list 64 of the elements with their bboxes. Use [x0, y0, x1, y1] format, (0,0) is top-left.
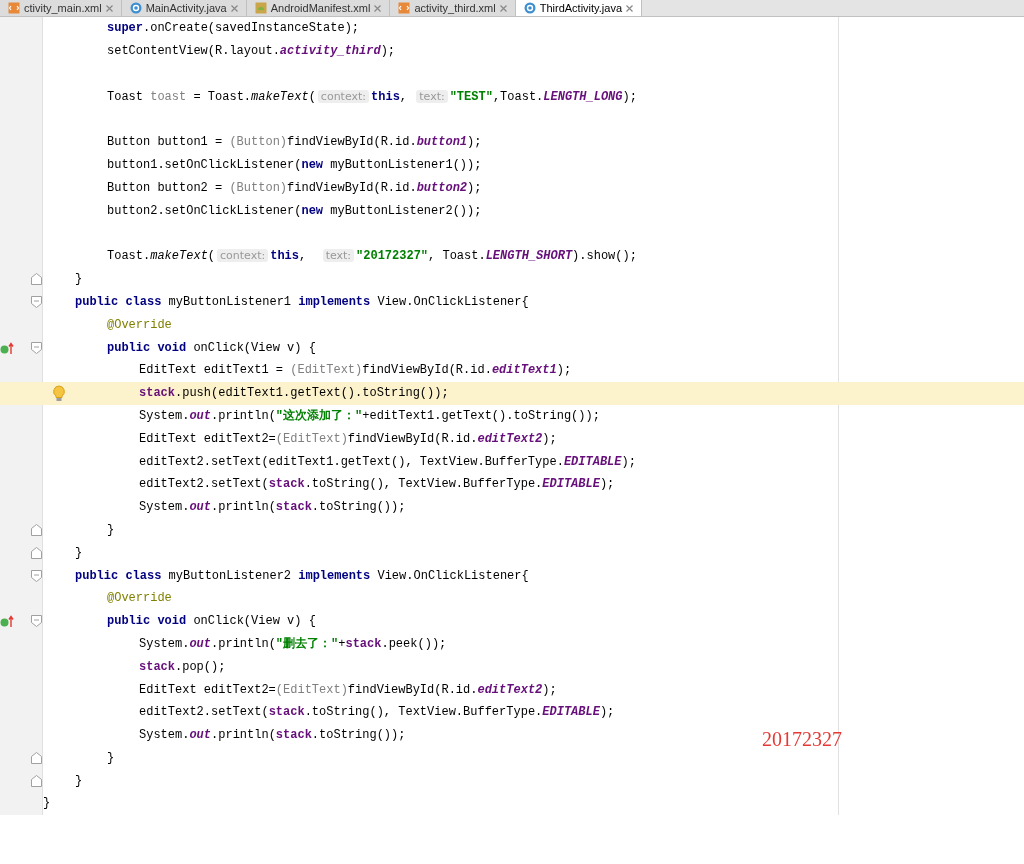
editor-tab[interactable]: ctivity_main.xml	[0, 0, 122, 16]
code-line: System.out.println(stack.toString());	[139, 727, 406, 744]
editor-tab[interactable]: ThirdActivity.java	[515, 0, 642, 16]
code-line: }	[75, 544, 83, 561]
code-line: EditText editText1 = (EditText)findViewById(R.id.editText1);	[139, 362, 572, 379]
code-line: EditText editText2=(EditText)findViewById(R.id.editText2);	[139, 681, 557, 698]
code-line: @Override	[107, 316, 172, 333]
editor-tab[interactable]: AndroidManifest.xml	[246, 0, 391, 16]
fold-marker-icon[interactable]	[31, 341, 42, 354]
fold-marker-icon[interactable]	[31, 523, 42, 536]
override-method-icon[interactable]	[0, 614, 14, 629]
code-line: }	[43, 795, 51, 812]
code-line: }	[75, 772, 83, 789]
code-line: System.out.println(stack.toString());	[139, 499, 406, 516]
code-line: Button button2 = (Button)findViewById(R.id.button2);	[107, 179, 482, 196]
layout-file-icon	[398, 2, 411, 14]
editor-tab[interactable]: activity_third.xml	[390, 0, 516, 16]
code-line: setContentView(R.layout.activity_third);	[107, 43, 396, 60]
code-line: button1.setOnClickListener(new myButtonListener1());	[107, 157, 482, 174]
code-line: }	[75, 271, 83, 288]
fold-marker-icon[interactable]	[31, 615, 42, 628]
editor-tab[interactable]: MainActivity.java	[121, 0, 247, 16]
fold-marker-icon[interactable]	[31, 546, 42, 559]
code-line: Toast toast = Toast.makeText( context: this, text: "TEST",Toast.LENGTH_LONG);	[107, 88, 637, 105]
code-line: }	[107, 749, 115, 766]
code-line: super.onCreate(savedInstanceState);	[107, 20, 360, 37]
code-line: Button button1 = (Button)findViewById(R.id.button1);	[107, 134, 482, 151]
fold-marker-icon[interactable]	[31, 774, 42, 787]
code-line: public void onClick(View v) {	[107, 339, 316, 356]
parameter-hint: text:	[416, 89, 448, 103]
code-line: editText2.setText(editText1.getText(), TextView.BufferType.EDITABLE);	[139, 453, 636, 470]
close-icon[interactable]	[499, 4, 507, 12]
fold-marker-icon[interactable]	[31, 295, 42, 308]
fold-marker-icon[interactable]	[31, 273, 42, 286]
code-line: }	[107, 521, 115, 538]
fold-marker-icon[interactable]	[31, 751, 42, 764]
code-line: System.out.println("这次添加了："+editText1.getText().toString());	[139, 407, 600, 424]
class-file-icon	[129, 2, 142, 14]
code-line: public void onClick(View v) {	[107, 613, 316, 630]
code-line: Toast.makeText( context: this, text: "20172327", Toast.LENGTH_SHORT).show();	[107, 248, 637, 265]
android-file-icon	[254, 2, 267, 14]
close-icon[interactable]	[105, 4, 113, 12]
close-icon[interactable]	[230, 4, 238, 12]
code-line: public class myButtonListener2 implements View.OnClickListener{	[75, 567, 529, 584]
code-line: editText2.setText(stack.toString(), TextView.BufferType.EDITABLE);	[139, 704, 615, 721]
parameter-hint: text:	[322, 249, 355, 263]
code-line: public class myButtonListener1 implements View.OnClickListener{	[75, 293, 529, 310]
class-file-icon	[523, 2, 536, 14]
parameter-hint: context:	[217, 249, 269, 263]
code-line: EditText editText2=(EditText)findViewById(R.id.editText2);	[139, 430, 557, 447]
close-icon[interactable]	[374, 4, 382, 12]
code-line: stack.push(editText1.getText().toString());	[139, 385, 449, 402]
parameter-hint: context:	[317, 89, 370, 103]
code-line: System.out.println("删去了："+stack.peek());	[139, 635, 447, 652]
close-icon[interactable]	[626, 4, 633, 12]
fold-marker-icon[interactable]	[31, 569, 42, 582]
lightbulb-icon[interactable]	[52, 384, 66, 402]
code-line: button2.setOnClickListener(new myButtonListener2());	[107, 202, 482, 219]
code-line: stack.pop();	[139, 658, 226, 675]
code-line: editText2.setText(stack.toString(), TextView.BufferType.EDITABLE);	[139, 476, 615, 493]
annotation-text: 20172327	[762, 727, 842, 752]
override-method-icon[interactable]	[0, 340, 14, 355]
code-line: @Override	[107, 590, 172, 607]
layout-file-icon	[8, 2, 20, 14]
